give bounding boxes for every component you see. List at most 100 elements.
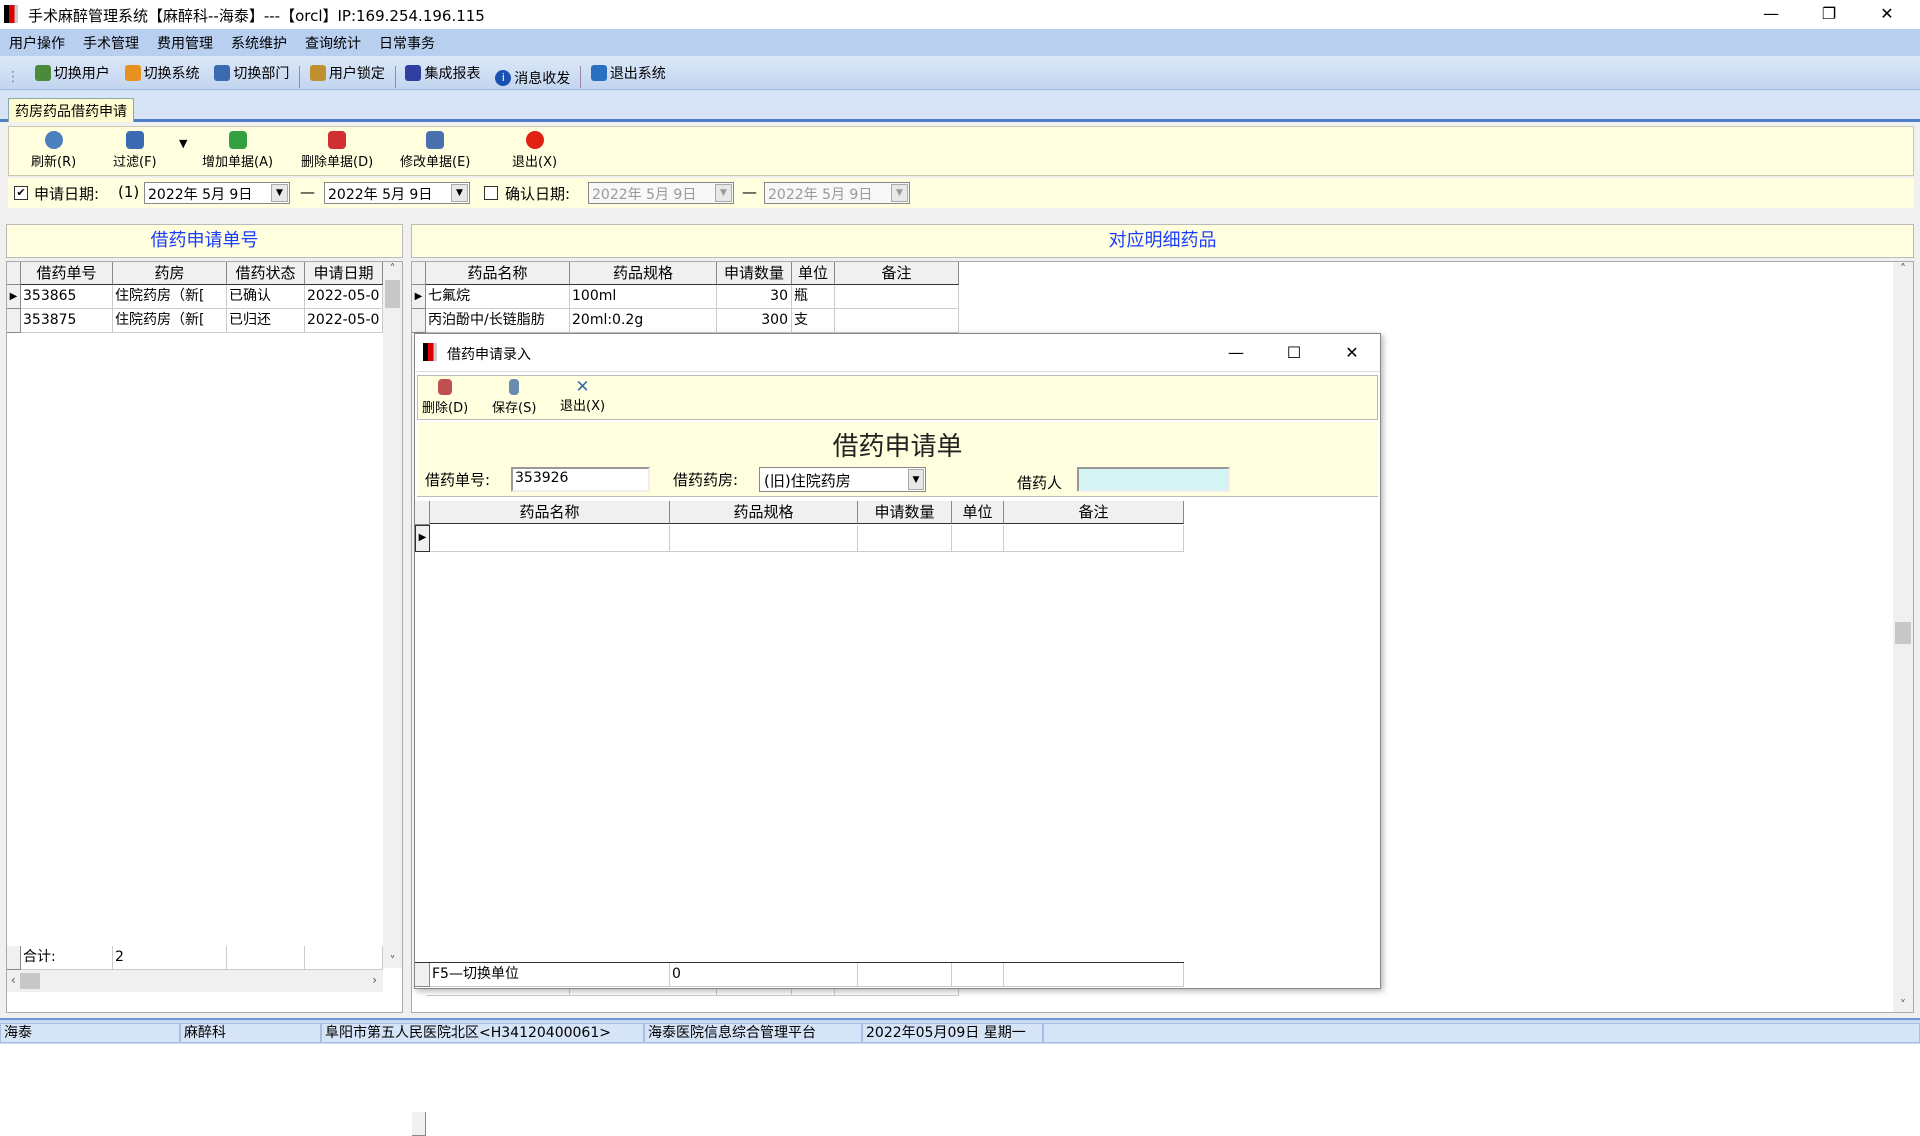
table-cell[interactable]: 住院药房（新[ [113, 309, 227, 333]
table-cell[interactable] [858, 525, 952, 552]
exit-button[interactable]: 退出(X) [512, 131, 557, 170]
dialog-close-button[interactable]: ✕ [1329, 341, 1375, 365]
table-cell[interactable]: 2022-05-0 [305, 309, 383, 333]
table-cell[interactable]: 瓶 [792, 285, 835, 309]
switch-department-button[interactable]: 切换部门 [209, 56, 294, 90]
table-cell[interactable] [670, 525, 858, 552]
borrower-input[interactable] [1077, 467, 1230, 492]
table-cell[interactable]: 丙泊酚中/长链脂肪 [426, 309, 570, 333]
minimize-button[interactable]: — [1748, 2, 1794, 26]
right-panel-title: 对应明细药品 [411, 224, 1914, 258]
vertical-scrollbar[interactable]: ˄ ˅ [1893, 262, 1913, 1012]
apply-date-to[interactable]: 2022年 5月 9日 ▼ [324, 182, 470, 204]
dialog-exit-button[interactable]: ✕ 退出(X) [560, 379, 605, 415]
menu-fees[interactable]: 费用管理 [148, 29, 222, 53]
switch-system-icon [124, 65, 141, 81]
chevron-down-icon[interactable]: ▼ [908, 469, 924, 490]
status-hospital: 阜阳市第五人民医院北区<H34120400061> [321, 1023, 644, 1043]
divider [299, 65, 301, 88]
confirm-date-from[interactable]: 2022年 5月 9日 ▼ [588, 182, 734, 204]
confirm-date-checkbox[interactable] [484, 186, 498, 200]
table-cell[interactable]: 20ml:0.2g [570, 309, 717, 333]
users-icon [34, 65, 51, 81]
exit-system-button[interactable]: 退出系统 [586, 56, 671, 90]
menu-surgery[interactable]: 手术管理 [74, 29, 148, 53]
delete-document-button[interactable]: 删除单据(D) [301, 131, 373, 170]
confirm-date-to[interactable]: 2022年 5月 9日 ▼ [764, 182, 910, 204]
chevron-down-icon[interactable]: ▼ [715, 184, 732, 202]
footer-indicator [415, 963, 430, 987]
filter-dropdown-arrow[interactable]: ▼ [179, 137, 187, 150]
table-cell[interactable]: 353865 [21, 285, 113, 309]
table-cell[interactable]: 七氟烷 [426, 285, 570, 309]
column-header[interactable]: 药品名称 [426, 262, 570, 285]
table-cell[interactable]: 2022-05-0 [305, 285, 383, 309]
table-cell[interactable]: 100ml [570, 285, 717, 309]
table-cell[interactable] [1004, 525, 1184, 552]
column-header[interactable]: 借药状态 [227, 262, 305, 285]
column-header[interactable]: 药品规格 [670, 501, 858, 524]
table-cell[interactable]: 已归还 [227, 309, 305, 333]
chevron-down-icon[interactable]: ▼ [271, 184, 288, 202]
footer-total-value: 2 [113, 946, 227, 970]
column-header[interactable]: 单位 [952, 501, 1004, 524]
refresh-button[interactable]: 刷新(R) [31, 131, 76, 170]
column-header[interactable]: 借药单号 [21, 262, 113, 285]
column-header[interactable]: 药品名称 [430, 501, 670, 524]
tab-pharmacy-borrow[interactable]: 药房药品借药申请 [8, 98, 134, 122]
vertical-scrollbar[interactable]: ˄ ˅ [383, 262, 402, 968]
dialog-delete-button[interactable]: 删除(D) [422, 379, 468, 416]
table-cell[interactable]: 支 [792, 309, 835, 333]
user-lock-button[interactable]: 用户锁定 [305, 56, 390, 90]
table-cell[interactable] [835, 285, 959, 309]
edit-document-button[interactable]: 修改单据(E) [400, 131, 470, 170]
table-cell[interactable] [430, 525, 670, 552]
restore-button[interactable]: ❐ [1806, 2, 1852, 26]
column-header[interactable]: 备注 [1004, 501, 1184, 524]
pharmacy-select[interactable]: (旧)住院药房 ▼ [759, 467, 926, 492]
footer-cell [952, 963, 1004, 987]
date-range-dash: — [300, 183, 315, 201]
status-platform: 海泰医院信息综合管理平台 [644, 1023, 862, 1043]
close-button[interactable]: ✕ [1864, 2, 1910, 26]
menu-query[interactable]: 查询统计 [296, 29, 370, 53]
filter-icon [125, 131, 144, 149]
chevron-down-icon[interactable]: ▼ [451, 184, 468, 202]
menu-system[interactable]: 系统维护 [222, 29, 296, 53]
column-header[interactable]: 药品规格 [570, 262, 717, 285]
apply-date-checkbox[interactable]: ✔ [14, 186, 28, 200]
dialog-form: 借药申请单 借药单号: 353926 借药药房: (旧)住院药房 ▼ 借药人 [417, 422, 1378, 497]
app-logo-icon [4, 5, 18, 23]
dialog-save-button[interactable]: 保存(S) [492, 379, 536, 416]
column-header[interactable]: 备注 [835, 262, 959, 285]
column-header[interactable]: 申请日期 [305, 262, 383, 285]
table-cell[interactable] [952, 525, 1004, 552]
table-cell[interactable]: 已确认 [227, 285, 305, 309]
apply-date-from[interactable]: 2022年 5月 9日 ▼ [144, 182, 290, 204]
dialog-minimize-button[interactable]: — [1213, 341, 1259, 365]
add-document-button[interactable]: 增加单据(A) [202, 131, 273, 170]
report-button[interactable]: 集成报表 [400, 56, 485, 90]
switch-system-button[interactable]: 切换系统 [120, 56, 205, 90]
order-no-input[interactable]: 353926 [511, 467, 650, 492]
table-cell[interactable]: 住院药房（新[ [113, 285, 227, 309]
table-cell[interactable]: 300 [717, 309, 792, 333]
menu-daily[interactable]: 日常事务 [370, 29, 444, 53]
chevron-down-icon[interactable]: ▼ [891, 184, 908, 202]
table-cell[interactable]: 353875 [21, 309, 113, 333]
column-header[interactable]: 申请数量 [858, 501, 952, 524]
row-indicator-header [415, 501, 430, 525]
table-cell[interactable] [835, 309, 959, 333]
column-header[interactable]: 药房 [113, 262, 227, 285]
dialog-maximize-button[interactable]: ☐ [1271, 341, 1317, 365]
save-icon [509, 379, 520, 395]
filter-button[interactable]: 过滤(F) [113, 131, 157, 170]
department-icon [214, 65, 231, 81]
switch-user-button[interactable]: 切换用户 [30, 56, 115, 90]
footer-cell [227, 946, 305, 970]
column-header[interactable]: 申请数量 [717, 262, 792, 285]
table-cell[interactable]: 30 [717, 285, 792, 309]
menu-user-ops[interactable]: 用户操作 [0, 29, 74, 53]
column-header[interactable]: 单位 [792, 262, 835, 285]
horizontal-scrollbar[interactable]: ‹ › [7, 970, 383, 992]
